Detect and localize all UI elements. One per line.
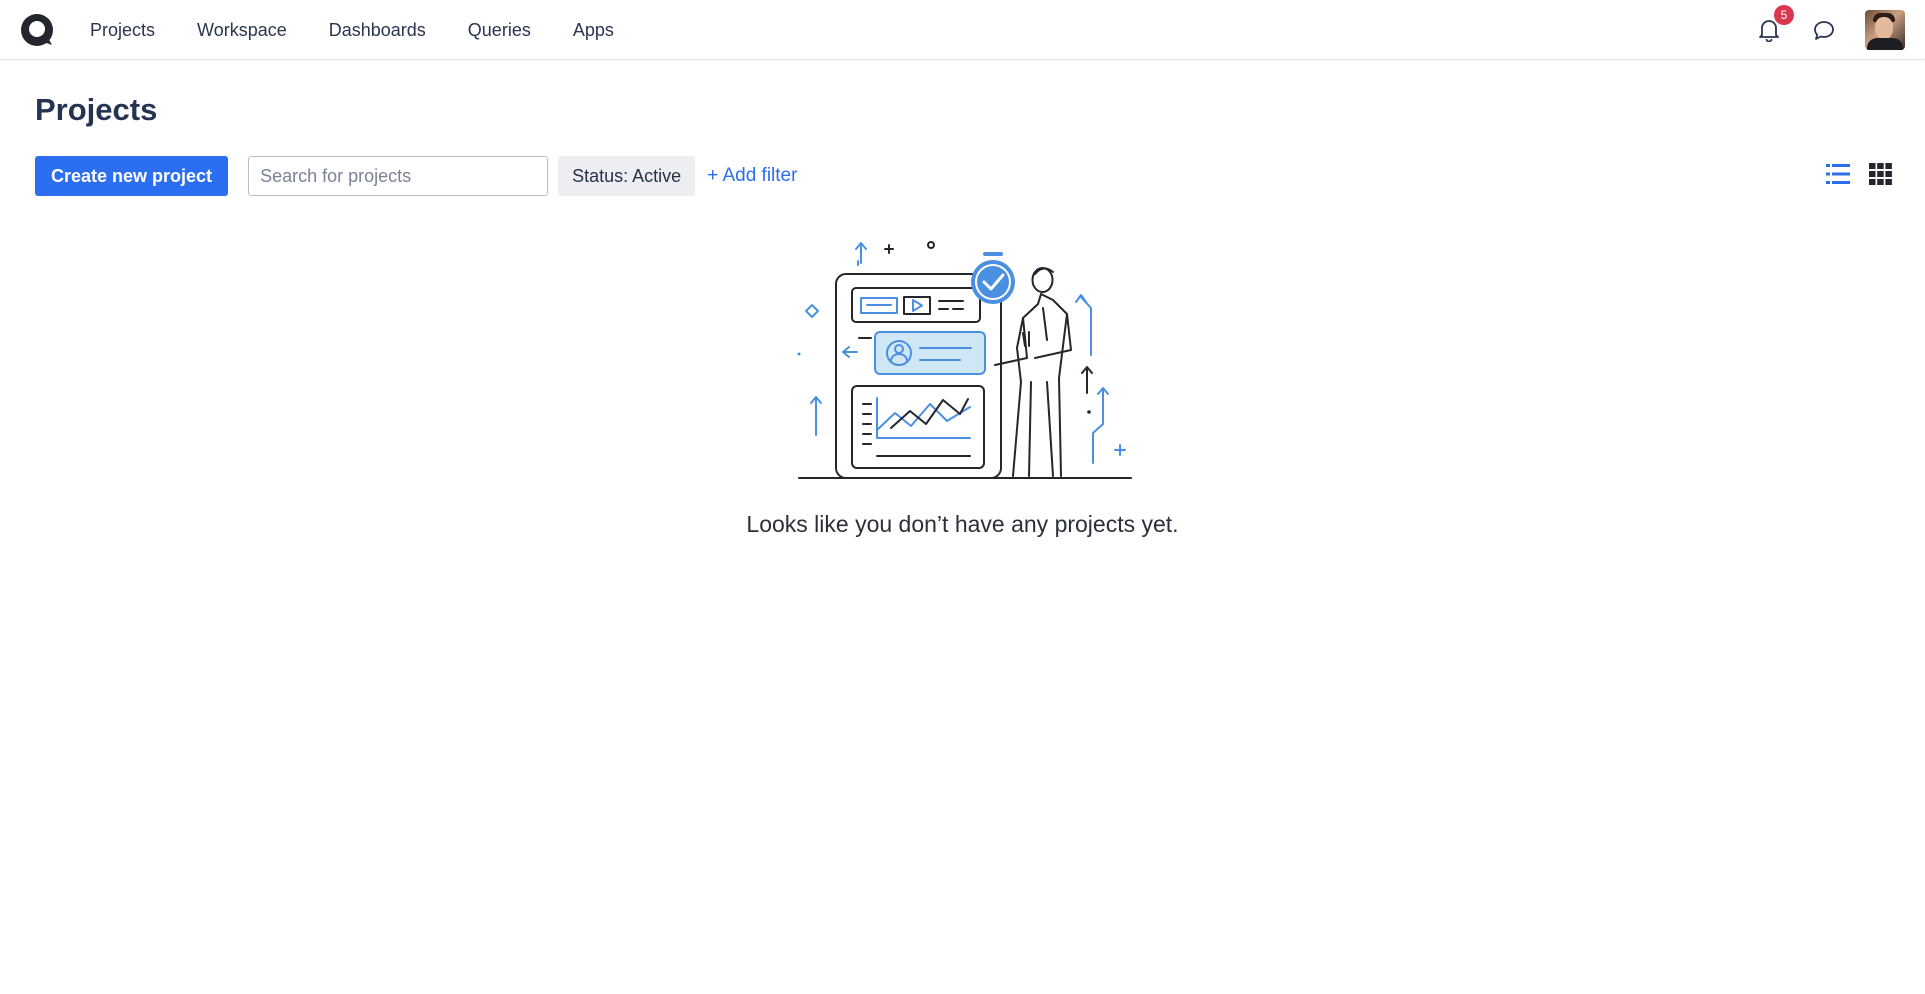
user-avatar[interactable] [1865,10,1905,50]
list-view-icon [1825,163,1850,184]
chat-icon [1814,21,1834,40]
empty-state-illustration [797,241,1132,479]
nav-workspace[interactable]: Workspace [197,20,287,41]
main-nav: Projects Workspace Dashboards Queries Ap… [90,0,614,60]
top-navigation-bar: Projects Workspace Dashboards Queries Ap… [0,0,1925,60]
list-view-button[interactable] [1825,161,1850,186]
nav-dashboards[interactable]: Dashboards [329,20,426,41]
create-new-project-button[interactable]: Create new project [35,156,229,196]
add-filter-link[interactable]: + Add filter [707,165,797,187]
notification-count-badge: 5 [1774,5,1794,25]
page-title: Projects [35,92,158,127]
grid-view-button[interactable] [1868,161,1893,186]
nav-apps[interactable]: Apps [573,20,614,41]
logo-icon[interactable] [19,12,55,48]
nav-queries[interactable]: Queries [468,20,531,41]
status-filter-chip[interactable]: Status: Active [558,156,696,196]
search-projects-input[interactable] [248,156,549,196]
projects-toolbar: Create new project Status: Active + Add … [35,156,797,196]
grid-view-icon [1869,162,1892,185]
header-actions: 5 [1754,5,1905,52]
nav-projects[interactable]: Projects [90,20,155,41]
view-toggle [1825,161,1893,186]
notifications-button[interactable]: 5 [1754,5,1794,45]
messages-button[interactable] [1809,15,1839,45]
empty-state-message: Looks like you don’t have any projects y… [746,511,1179,537]
